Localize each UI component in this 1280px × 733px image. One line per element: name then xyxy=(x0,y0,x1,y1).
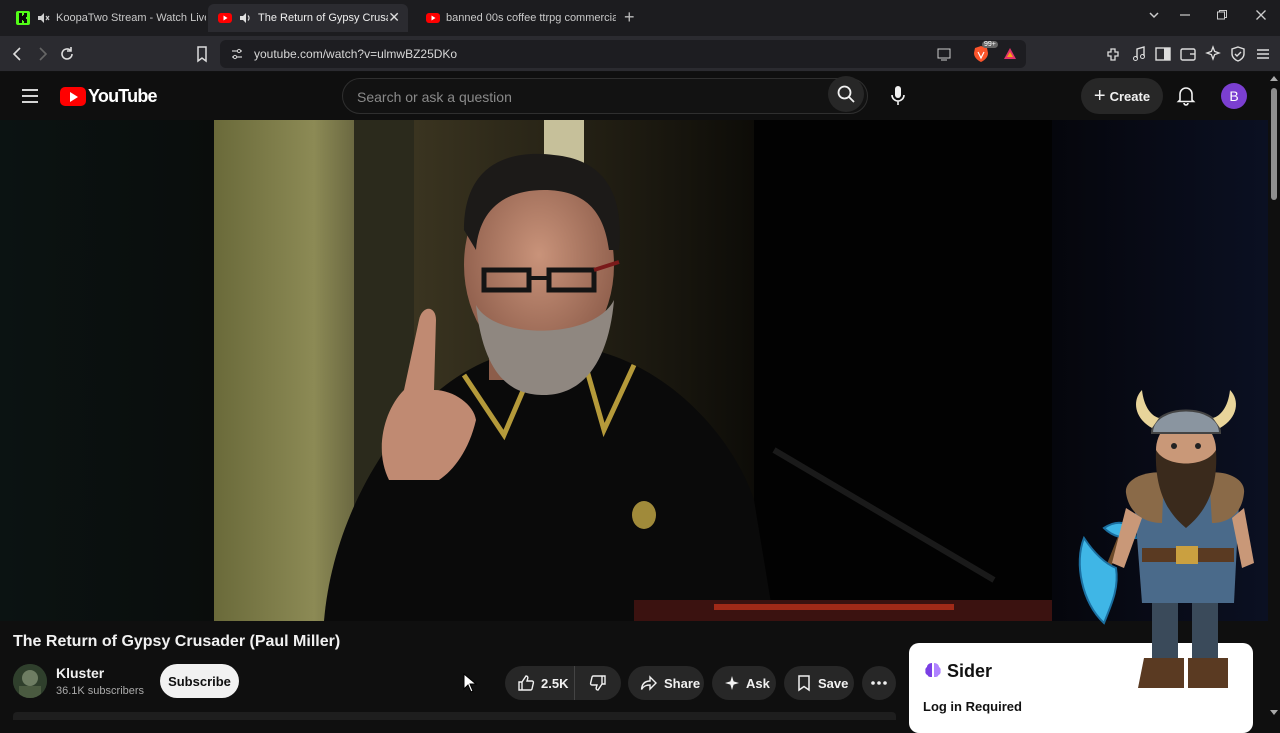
subscribe-button[interactable]: Subscribe xyxy=(160,664,239,698)
back-icon[interactable] xyxy=(8,44,28,64)
music-icon[interactable] xyxy=(1129,44,1149,64)
search-button[interactable] xyxy=(828,76,864,112)
url-text: youtube.com/watch?v=ulmwBZ25DKo xyxy=(254,47,458,61)
account-avatar[interactable]: B xyxy=(1221,83,1247,109)
more-actions-button[interactable] xyxy=(862,666,896,700)
channel-avatar-image xyxy=(13,664,47,698)
youtube-masthead: YouTube Search or ask a question xyxy=(0,72,1268,120)
thumbs-down-icon xyxy=(589,675,606,691)
browser-tab-strip: KoopaTwo Stream - Watch Live o The Retur… xyxy=(0,0,1280,36)
browser-toolbar: youtube.com/watch?v=ulmwBZ25DKo 99+ xyxy=(0,36,1280,72)
notifications-bell-icon[interactable] xyxy=(1175,84,1197,106)
vpn-shield-icon[interactable] xyxy=(1228,44,1248,64)
create-button[interactable]: + Create xyxy=(1081,78,1163,114)
video-still-image xyxy=(214,120,1052,621)
brave-rewards-icon[interactable] xyxy=(1002,46,1018,62)
sparkle-icon xyxy=(725,676,739,690)
brave-badge: 99+ xyxy=(982,41,998,48)
extensions-icon[interactable] xyxy=(1104,44,1124,64)
search-icon xyxy=(837,85,855,103)
create-label: Create xyxy=(1109,88,1151,104)
restore-icon[interactable] xyxy=(1216,9,1228,24)
tab-title: The Return of Gypsy Crusader xyxy=(258,12,388,24)
tab-banned-coffee-commercial[interactable]: banned 00s coffee ttrpg commercial xyxy=(416,4,616,32)
tab-title: banned 00s coffee ttrpg commercial xyxy=(446,12,616,24)
page-scrollbar[interactable] xyxy=(1268,72,1280,720)
kick-icon xyxy=(16,11,30,25)
channel-avatar[interactable] xyxy=(13,664,47,698)
video-frame[interactable] xyxy=(214,120,1052,621)
subscriber-count: 36.1K subscribers xyxy=(56,685,145,697)
like-button[interactable]: 2.5K xyxy=(505,666,575,700)
sider-viking-mascot[interactable] xyxy=(1064,388,1268,698)
minimize-icon[interactable] xyxy=(1179,9,1191,24)
save-bookmark-icon xyxy=(798,675,810,692)
share-icon xyxy=(640,675,657,691)
youtube-icon xyxy=(218,13,232,23)
youtube-play-icon xyxy=(60,87,86,106)
close-tab-icon[interactable]: ✕ xyxy=(388,10,400,24)
save-button[interactable]: Save xyxy=(784,666,854,700)
youtube-icon xyxy=(426,13,440,23)
hamburger-menu-icon[interactable] xyxy=(20,86,40,106)
like-count: 2.5K xyxy=(541,675,569,691)
bookmark-icon[interactable] xyxy=(192,44,212,64)
reload-icon[interactable] xyxy=(57,44,77,64)
like-dislike-bar: 2.5K xyxy=(505,666,621,700)
sider-login-text[interactable]: Log in Required xyxy=(923,699,1022,714)
address-bar[interactable]: youtube.com/watch?v=ulmwBZ25DKo 99+ xyxy=(220,40,1026,68)
tab-koopatwo-stream[interactable]: KoopaTwo Stream - Watch Live o xyxy=(6,4,206,32)
scrollbar-thumb[interactable] xyxy=(1271,88,1277,200)
browser-menu-icon[interactable] xyxy=(1253,44,1273,64)
speaker-icon[interactable] xyxy=(238,11,252,25)
search-placeholder: Search or ask a question xyxy=(357,89,512,105)
tab-title: KoopaTwo Stream - Watch Live o xyxy=(56,12,206,24)
scroll-up-arrow-icon[interactable] xyxy=(1270,76,1278,81)
forward-icon[interactable] xyxy=(32,44,52,64)
sidebar-icon[interactable] xyxy=(1153,44,1173,64)
more-horizontal-icon xyxy=(871,681,887,685)
scroll-down-arrow-icon[interactable] xyxy=(1270,710,1278,715)
plus-icon: + xyxy=(1093,85,1106,107)
voice-search-button[interactable] xyxy=(880,78,916,114)
share-button[interactable]: Share xyxy=(628,666,704,700)
sider-brain-icon xyxy=(925,663,941,677)
ambient-left xyxy=(0,120,214,621)
video-title: The Return of Gypsy Crusader (Paul Mille… xyxy=(13,633,341,650)
new-tab-button[interactable]: + xyxy=(624,8,635,26)
ask-button[interactable]: Ask xyxy=(712,666,776,700)
muted-speaker-icon[interactable] xyxy=(36,11,50,25)
close-window-icon[interactable] xyxy=(1255,9,1267,24)
tab-search-dropdown-icon[interactable] xyxy=(1148,9,1160,24)
ask-label: Ask xyxy=(746,675,770,691)
cast-icon[interactable] xyxy=(936,46,952,62)
leo-ai-icon[interactable] xyxy=(1203,44,1223,64)
youtube-logo[interactable]: YouTube xyxy=(60,86,158,107)
microphone-icon xyxy=(891,86,905,105)
mouse-cursor-icon xyxy=(463,673,477,693)
search-input[interactable]: Search or ask a question xyxy=(342,78,868,114)
site-settings-icon[interactable] xyxy=(230,47,244,61)
dislike-button[interactable] xyxy=(575,666,621,700)
description-box-edge xyxy=(13,712,896,720)
channel-name[interactable]: Kluster xyxy=(56,665,104,681)
youtube-logo-text: YouTube xyxy=(88,86,158,106)
save-label: Save xyxy=(818,675,849,691)
sider-name: Sider xyxy=(947,661,993,681)
share-label: Share xyxy=(664,675,701,691)
tab-return-of-gypsy-crusader[interactable]: The Return of Gypsy Crusader ✕ xyxy=(208,4,408,32)
wallet-icon[interactable] xyxy=(1178,44,1198,64)
thumbs-up-icon xyxy=(518,675,535,691)
